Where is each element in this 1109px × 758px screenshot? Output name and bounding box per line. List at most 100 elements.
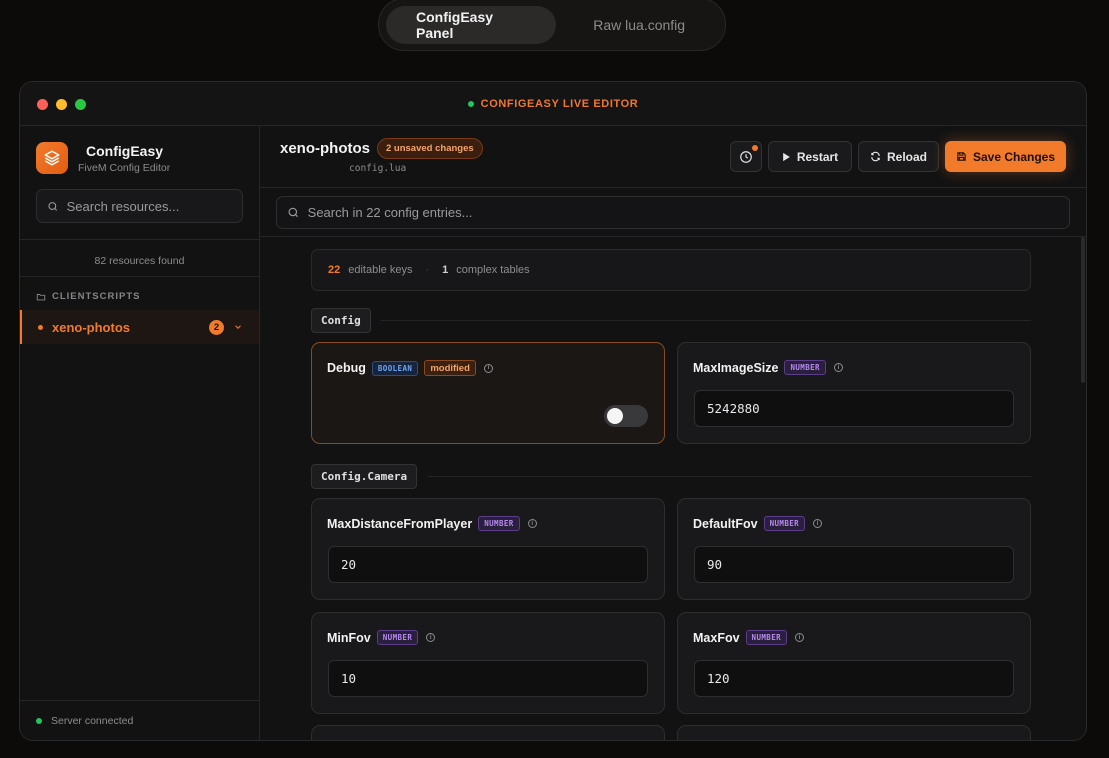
file-name: config.lua [349, 163, 407, 174]
search-icon [288, 207, 298, 218]
editor-window: CONFIGEASY LIVE EDITOR ConfigEasy FiveM … [19, 81, 1087, 741]
restart-button[interactable]: Restart [768, 141, 852, 172]
stats-separator: · [425, 264, 430, 276]
info-icon[interactable]: i [795, 633, 805, 642]
editable-keys-count: 22 [328, 264, 341, 276]
entry-key: DefaultFov [693, 516, 758, 531]
debug-toggle[interactable] [604, 405, 648, 427]
entry-header: MaxFov NUMBER i [693, 630, 805, 645]
entry-key: MinFov [327, 630, 371, 645]
resource-title: xeno-photos [280, 140, 370, 157]
resource-count: 82 resources found [20, 240, 259, 277]
entry-key: MaxImageSize [693, 360, 779, 375]
connection-status-label: Server connected [51, 714, 134, 727]
complex-tables-count: 1 [442, 264, 449, 276]
complex-tables-label: complex tables [456, 264, 530, 276]
toggle-knob [607, 408, 623, 424]
changes-count-badge: 2 [209, 319, 224, 335]
section-header: Config.Camera [311, 464, 1031, 489]
editable-keys-label: editable keys [348, 264, 413, 276]
save-changes-button[interactable]: Save Changes [945, 141, 1066, 172]
info-icon[interactable]: i [833, 363, 843, 372]
resource-group-label: CLIENTSCRIPTS [52, 291, 141, 302]
type-badge: NUMBER [763, 516, 806, 531]
main-panel: xeno-photos 2 unsaved changes config.lua… [260, 126, 1086, 740]
reload-label: Reload [886, 149, 927, 164]
config-entry-card: Debug BOOLEAN modified i [311, 342, 665, 444]
config-entry-card: DefaultFov NUMBER i 90 [677, 498, 1031, 600]
folder-icon [36, 293, 46, 300]
tab-configeasy-panel[interactable]: ConfigEasy Panel [386, 5, 557, 44]
brand-subtitle: FiveM Config Editor [78, 161, 171, 174]
view-switcher: ConfigEasy Panel Raw lua.config [378, 0, 726, 51]
value-input[interactable]: 10 [328, 660, 648, 697]
config-search [276, 196, 1070, 229]
entry-key: Debug [327, 361, 366, 375]
entry-header: Debug BOOLEAN modified i [327, 360, 493, 376]
resource-group-header[interactable]: CLIENTSCRIPTS [20, 277, 259, 310]
window-controls [37, 99, 86, 110]
content-scrollbar[interactable] [1081, 237, 1085, 383]
clock-icon [740, 150, 752, 163]
restart-label: Restart [796, 149, 839, 164]
sidebar-item-label: xeno-photos [52, 319, 130, 335]
entry-key: MaxDistanceFromPlayer [327, 516, 473, 531]
section-tag: Config [311, 308, 371, 333]
config-entry-card [677, 725, 1031, 740]
live-status-dot [467, 100, 474, 107]
history-notification-dot [752, 145, 758, 151]
entry-header: DefaultFov NUMBER i [693, 516, 823, 531]
save-icon [957, 152, 966, 161]
config-entry-card: MaxImageSize NUMBER i 5242880 [677, 342, 1031, 444]
type-badge: BOOLEAN [371, 360, 419, 376]
config-stats: 22 editable keys · 1 complex tables [311, 249, 1031, 291]
search-icon [48, 201, 58, 211]
history-button[interactable] [730, 141, 762, 172]
config-entry-card: MaxFov NUMBER i 120 [677, 612, 1031, 714]
config-content: 22 editable keys · 1 complex tables Conf… [260, 237, 1086, 740]
type-badge: NUMBER [745, 630, 788, 645]
window-titlebar: CONFIGEASY LIVE EDITOR [20, 82, 1086, 126]
resource-search-input[interactable] [66, 198, 232, 214]
config-entry-card: MaxDistanceFromPlayer NUMBER i 20 [311, 498, 665, 600]
live-editor-indicator: CONFIGEASY LIVE EDITOR [467, 97, 639, 110]
resource-header: xeno-photos 2 unsaved changes config.lua… [260, 126, 1086, 188]
config-search-input[interactable] [307, 205, 1059, 220]
value-input[interactable]: 5242880 [694, 390, 1014, 427]
type-badge: NUMBER [784, 360, 826, 375]
brand: ConfigEasy FiveM Config Editor [20, 126, 259, 174]
layers-logo-icon [36, 142, 68, 174]
chevron-down-icon[interactable] [233, 322, 243, 332]
tab-raw-lua-config[interactable]: Raw lua.config [560, 6, 718, 44]
window-title: CONFIGEASY LIVE EDITOR [480, 97, 639, 110]
config-entry-card [311, 725, 665, 740]
config-search-row [260, 188, 1086, 237]
type-badge: NUMBER [376, 630, 419, 645]
entry-key: MaxFov [693, 630, 740, 645]
section-header: Config [311, 308, 1031, 333]
config-entry-card: MinFov NUMBER i 10 [311, 612, 665, 714]
info-icon[interactable]: i [527, 519, 537, 528]
brand-title: ConfigEasy [86, 142, 164, 159]
section-tag: Config.Camera [311, 464, 418, 489]
play-icon [782, 152, 790, 161]
value-input[interactable]: 20 [328, 546, 648, 583]
refresh-icon [871, 151, 880, 162]
entry-header: MinFov NUMBER i [327, 630, 436, 645]
minimize-window-button[interactable] [56, 99, 67, 110]
info-icon[interactable]: i [426, 633, 436, 642]
value-input[interactable]: 120 [694, 660, 1014, 697]
connected-dot [36, 717, 42, 724]
entry-header: MaxImageSize NUMBER i [693, 360, 843, 375]
connection-status: Server connected [20, 700, 259, 740]
info-icon[interactable]: i [813, 519, 823, 528]
reload-button[interactable]: Reload [858, 141, 939, 172]
info-icon[interactable]: i [483, 363, 493, 373]
value-input[interactable]: 90 [694, 546, 1014, 583]
sidebar-item-xeno-photos[interactable]: xeno-photos 2 [20, 310, 259, 344]
maximize-window-button[interactable] [75, 99, 86, 110]
close-window-button[interactable] [37, 99, 48, 110]
section-divider [427, 476, 1031, 477]
resource-search [36, 189, 243, 223]
save-changes-label: Save Changes [972, 149, 1056, 164]
